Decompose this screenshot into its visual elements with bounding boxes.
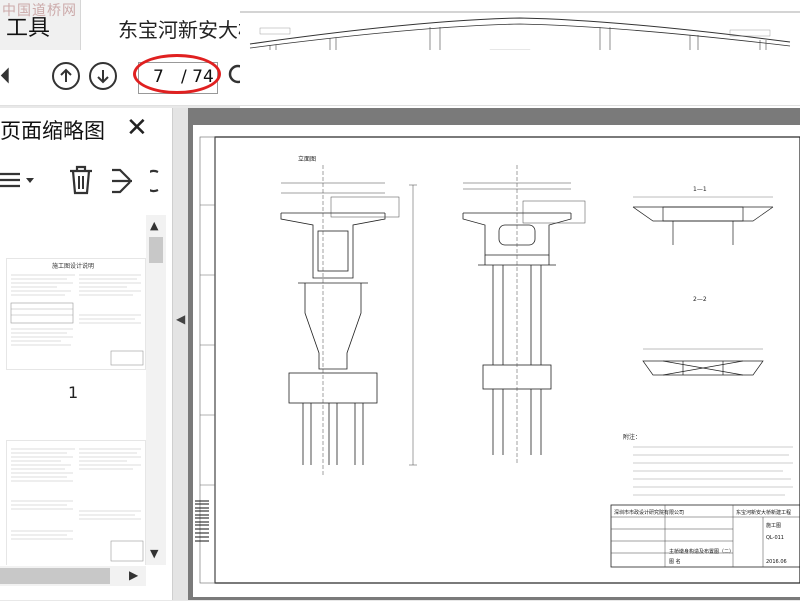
thumbnail-page-1[interactable]: 施工图设计说明 (6, 258, 146, 370)
section-2-label: 2—2 (693, 296, 707, 303)
title-block-sheet-label: 图 名 (669, 558, 681, 565)
title-block-sheet-name: 主桥墩身构造及布置图（二） (669, 548, 734, 555)
title-block-stamp: 施工图 (766, 522, 781, 529)
thumbnail-page-number: 1 (68, 383, 79, 402)
watermark: 中国道桥网 (2, 3, 77, 19)
thumbnail-page-2-content (11, 448, 144, 562)
extract-page-icon[interactable] (110, 166, 136, 196)
next-page-button[interactable] (89, 62, 117, 90)
nav-back-icon[interactable]: ⏴ (0, 64, 11, 89)
thumbnail-panel-title: 页面缩略图 (0, 119, 105, 143)
tab-document[interactable]: 东宝河新安大桥 (100, 0, 240, 50)
previous-page-button[interactable] (52, 62, 80, 90)
title-block-drawing-no: QL-011 (766, 535, 784, 541)
toolbar (0, 50, 800, 106)
elevation-label: 立面图 (298, 155, 316, 163)
bridge-pier-drawing: 1—1 2—2 立面图 附注： 深圳市市政设计研究院有限公司 东宝河新安大桥新建… (195, 136, 800, 584)
title-block-company: 深圳市市政设计研究院有限公司 (614, 509, 684, 516)
rotate-page-icon[interactable] (150, 166, 166, 196)
title-block-date: 2016.06 (766, 559, 787, 565)
thumbnail-page-1-content (10, 274, 144, 366)
scroll-right-icon[interactable]: ▶ (129, 568, 138, 582)
close-icon[interactable]: ✕ (126, 113, 148, 143)
thumbnail-page-2[interactable] (6, 440, 146, 565)
tab-document-label: 东宝河新安大桥 (118, 18, 240, 42)
thumbnail-vertical-scrollbar[interactable]: ▲ ▼ (146, 215, 166, 565)
notes-title: 附注： (623, 433, 641, 441)
h-scroll-thumb[interactable] (0, 568, 110, 584)
delete-page-icon[interactable] (68, 165, 94, 195)
arrow-down-icon (97, 70, 109, 84)
red-annotation-oval (133, 54, 221, 94)
collapse-panel-icon[interactable]: ◀ (176, 312, 185, 326)
arrow-up-icon (60, 68, 72, 82)
scroll-up-icon[interactable]: ▲ (150, 219, 158, 232)
scroll-thumb[interactable] (149, 237, 163, 263)
section-1-label: 1—1 (693, 186, 707, 193)
zoom-icon[interactable] (226, 62, 240, 90)
thumbnail-horizontal-scrollbar[interactable]: ▶ (0, 566, 146, 586)
title-block-project: 东宝河新安大桥新建工程 (736, 509, 791, 516)
document-page: 1—1 2—2 立面图 附注： 深圳市市政设计研究院有限公司 东宝河新安大桥新建… (193, 125, 800, 597)
panel-splitter[interactable]: ◀ (172, 108, 189, 600)
scroll-down-icon[interactable]: ▼ (150, 547, 158, 560)
page-options-icon[interactable] (0, 166, 40, 196)
thumbnail-page-1-header: 施工图设计说明 (52, 263, 95, 270)
